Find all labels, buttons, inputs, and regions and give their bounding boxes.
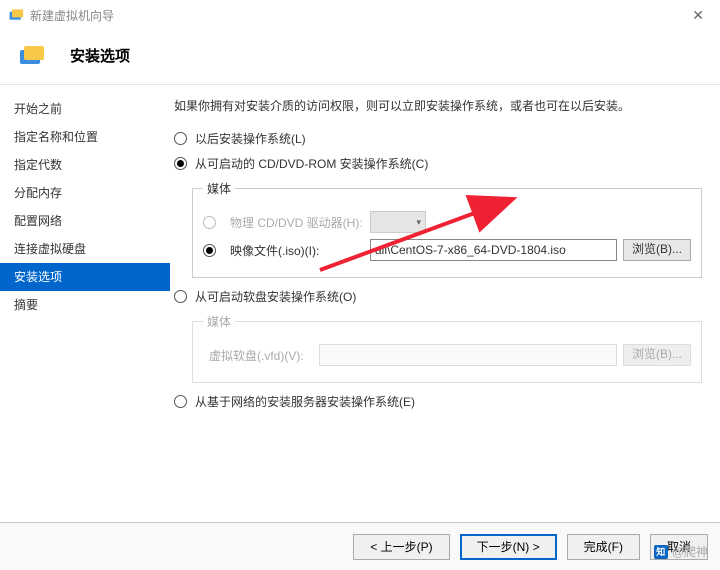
option-install-later[interactable]: 以后安装操作系统(L) [174, 130, 702, 147]
radio-icon [174, 157, 187, 170]
wizard-step[interactable]: 指定代数 [0, 151, 170, 179]
option-label: 从可启动软盘安装操作系统(O) [195, 288, 356, 305]
close-icon[interactable]: ✕ [684, 7, 712, 24]
option-label: 从可启动的 CD/DVD-ROM 安装操作系统(C) [195, 155, 428, 172]
wizard-step[interactable]: 分配内存 [0, 179, 170, 207]
option-label: 以后安装操作系统(L) [195, 130, 306, 147]
physical-drive-dropdown: ▾ [370, 211, 426, 233]
intro-text: 如果你拥有对安装介质的访问权限，则可以立即安装操作系统，或者也可在以后安装。 [174, 97, 702, 114]
iso-path-input[interactable]: all\CentOS-7-x86_64-DVD-1804.iso [370, 239, 617, 261]
wizard-step[interactable]: 安装选项 [0, 263, 170, 291]
wizard-step[interactable]: 指定名称和位置 [0, 123, 170, 151]
chevron-down-icon: ▾ [416, 217, 421, 228]
radio-icon [203, 244, 216, 257]
radio-icon [174, 132, 187, 145]
wizard-footer: < 上一步(P) 下一步(N) > 完成(F) 取消 [0, 522, 720, 570]
watermark-text: @爬神 [672, 543, 708, 560]
fieldset-legend: 媒体 [203, 180, 235, 197]
radio-icon [174, 290, 187, 303]
fieldset-legend: 媒体 [203, 313, 235, 330]
radio-icon [203, 216, 216, 229]
wizard-icon [8, 8, 24, 22]
titlebar: 新建虚拟机向导 ✕ [0, 0, 720, 30]
option-install-floppy[interactable]: 从可启动软盘安装操作系统(O) [174, 288, 702, 305]
watermark: 知 @爬神 [654, 543, 708, 560]
iso-label: 映像文件(.iso)(I): [230, 242, 370, 259]
next-button[interactable]: 下一步(N) > [460, 534, 557, 560]
option-label: 从基于网络的安装服务器安装操作系统(E) [195, 393, 415, 410]
window-title: 新建虚拟机向导 [30, 7, 684, 24]
wizard-step[interactable]: 开始之前 [0, 95, 170, 123]
zhihu-icon: 知 [654, 545, 668, 559]
wizard-step[interactable]: 连接虚拟硬盘 [0, 235, 170, 263]
physical-drive-label: 物理 CD/DVD 驱动器(H): [230, 214, 370, 231]
radio-icon [174, 395, 187, 408]
option-install-cd[interactable]: 从可启动的 CD/DVD-ROM 安装操作系统(C) [174, 155, 702, 172]
page-title: 安装选项 [70, 45, 130, 66]
wizard-content: 如果你拥有对安装介质的访问权限，则可以立即安装操作系统，或者也可在以后安装。 以… [170, 85, 720, 515]
browse-button-disabled: 浏览(B)... [623, 344, 691, 366]
browse-button[interactable]: 浏览(B)... [623, 239, 691, 261]
media-group-floppy: 媒体 虚拟软盘(.vfd)(V): 浏览(B)... [192, 313, 702, 383]
finish-button[interactable]: 完成(F) [567, 534, 640, 560]
option-physical-drive[interactable]: 物理 CD/DVD 驱动器(H): ▾ [203, 211, 691, 233]
vfd-label: 虚拟软盘(.vfd)(V): [209, 347, 319, 364]
option-install-network[interactable]: 从基于网络的安装服务器安装操作系统(E) [174, 393, 702, 410]
wizard-header: 安装选项 [0, 30, 720, 85]
option-iso-file[interactable]: 映像文件(.iso)(I): all\CentOS-7-x86_64-DVD-1… [203, 239, 691, 261]
wizard-step[interactable]: 配置网络 [0, 207, 170, 235]
wizard-header-icon [18, 44, 46, 66]
prev-button[interactable]: < 上一步(P) [353, 534, 449, 560]
wizard-step[interactable]: 摘要 [0, 291, 170, 319]
vfd-path-input [319, 344, 617, 366]
media-group-cd: 媒体 物理 CD/DVD 驱动器(H): ▾ 映像文件(.iso)(I): al… [192, 180, 702, 278]
wizard-steps-sidebar: 开始之前指定名称和位置指定代数分配内存配置网络连接虚拟硬盘安装选项摘要 [0, 85, 170, 515]
